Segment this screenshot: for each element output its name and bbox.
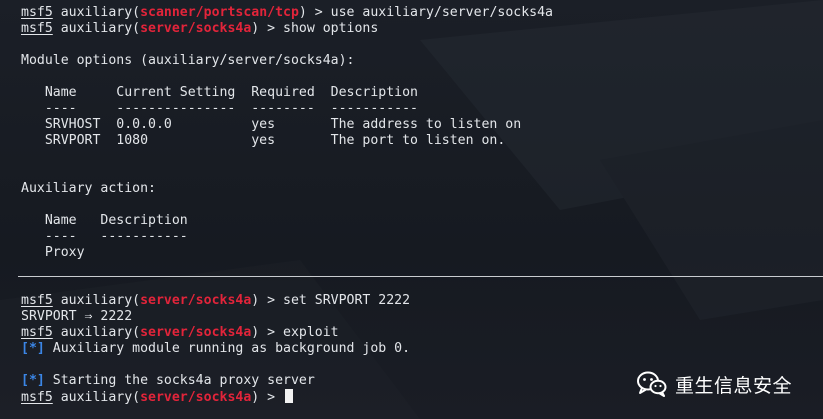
action-table-rule: ---- -----------: [21, 229, 188, 244]
info-line-starting-proxy: [*] Starting the socks4a proxy server: [21, 373, 315, 388]
watermark-text: 重生信息安全: [675, 374, 793, 397]
module-name: server/socks4a: [140, 21, 252, 36]
module-name: server/socks4a: [140, 293, 252, 308]
module-name: scanner/portscan/tcp: [140, 5, 299, 20]
terminal-line-prompt: msf5 auxiliary(server/socks4a) > show op…: [21, 21, 379, 36]
prompt-msf5: msf5: [21, 390, 53, 405]
options-row-srvport: SRVPORT 1080 yes The port to listen on.: [21, 133, 506, 148]
prompt-msf5: msf5: [21, 293, 53, 308]
srvport-output: SRVPORT ⇒ 2222: [21, 309, 133, 324]
info-line-background-job: [*] Auxiliary module running as backgrou…: [21, 341, 411, 356]
module-name: server/socks4a: [140, 325, 252, 340]
terminal-input-line[interactable]: msf5 auxiliary(server/socks4a) >: [21, 389, 294, 405]
prompt-msf5: msf5: [21, 5, 53, 20]
options-row-srvhost: SRVHOST 0.0.0.0 yes The address to liste…: [21, 117, 522, 132]
module-name: server/socks4a: [140, 390, 252, 405]
divider: [18, 276, 823, 277]
prompt-msf5: msf5: [21, 21, 53, 36]
terminal-window[interactable]: msf5 auxiliary(scanner/portscan/tcp) > u…: [0, 0, 823, 419]
terminal-line-prompt: msf5 auxiliary(server/socks4a) > set SRV…: [21, 293, 411, 308]
terminal-line-prompt: msf5 auxiliary(server/socks4a) > exploit: [21, 325, 339, 340]
prompt-msf5: msf5: [21, 325, 53, 340]
info-tag: [*]: [21, 373, 45, 388]
info-tag: [*]: [21, 341, 45, 356]
auxiliary-action-heading: Auxiliary action:: [21, 181, 156, 196]
wechat-icon: [637, 371, 667, 397]
terminal-cursor[interactable]: [285, 389, 294, 403]
options-table-rule: ---- --------------- -------- ----------…: [21, 101, 418, 116]
watermark: 重生信息安全: [637, 370, 792, 398]
options-table-header: Name Current Setting Required Descriptio…: [21, 85, 418, 100]
module-options-heading: Module options (auxiliary/server/socks4a…: [21, 53, 355, 68]
action-table-header: Name Description: [21, 213, 188, 228]
terminal-line-prompt: msf5 auxiliary(scanner/portscan/tcp) > u…: [21, 5, 553, 20]
action-row-proxy: Proxy: [21, 245, 85, 260]
